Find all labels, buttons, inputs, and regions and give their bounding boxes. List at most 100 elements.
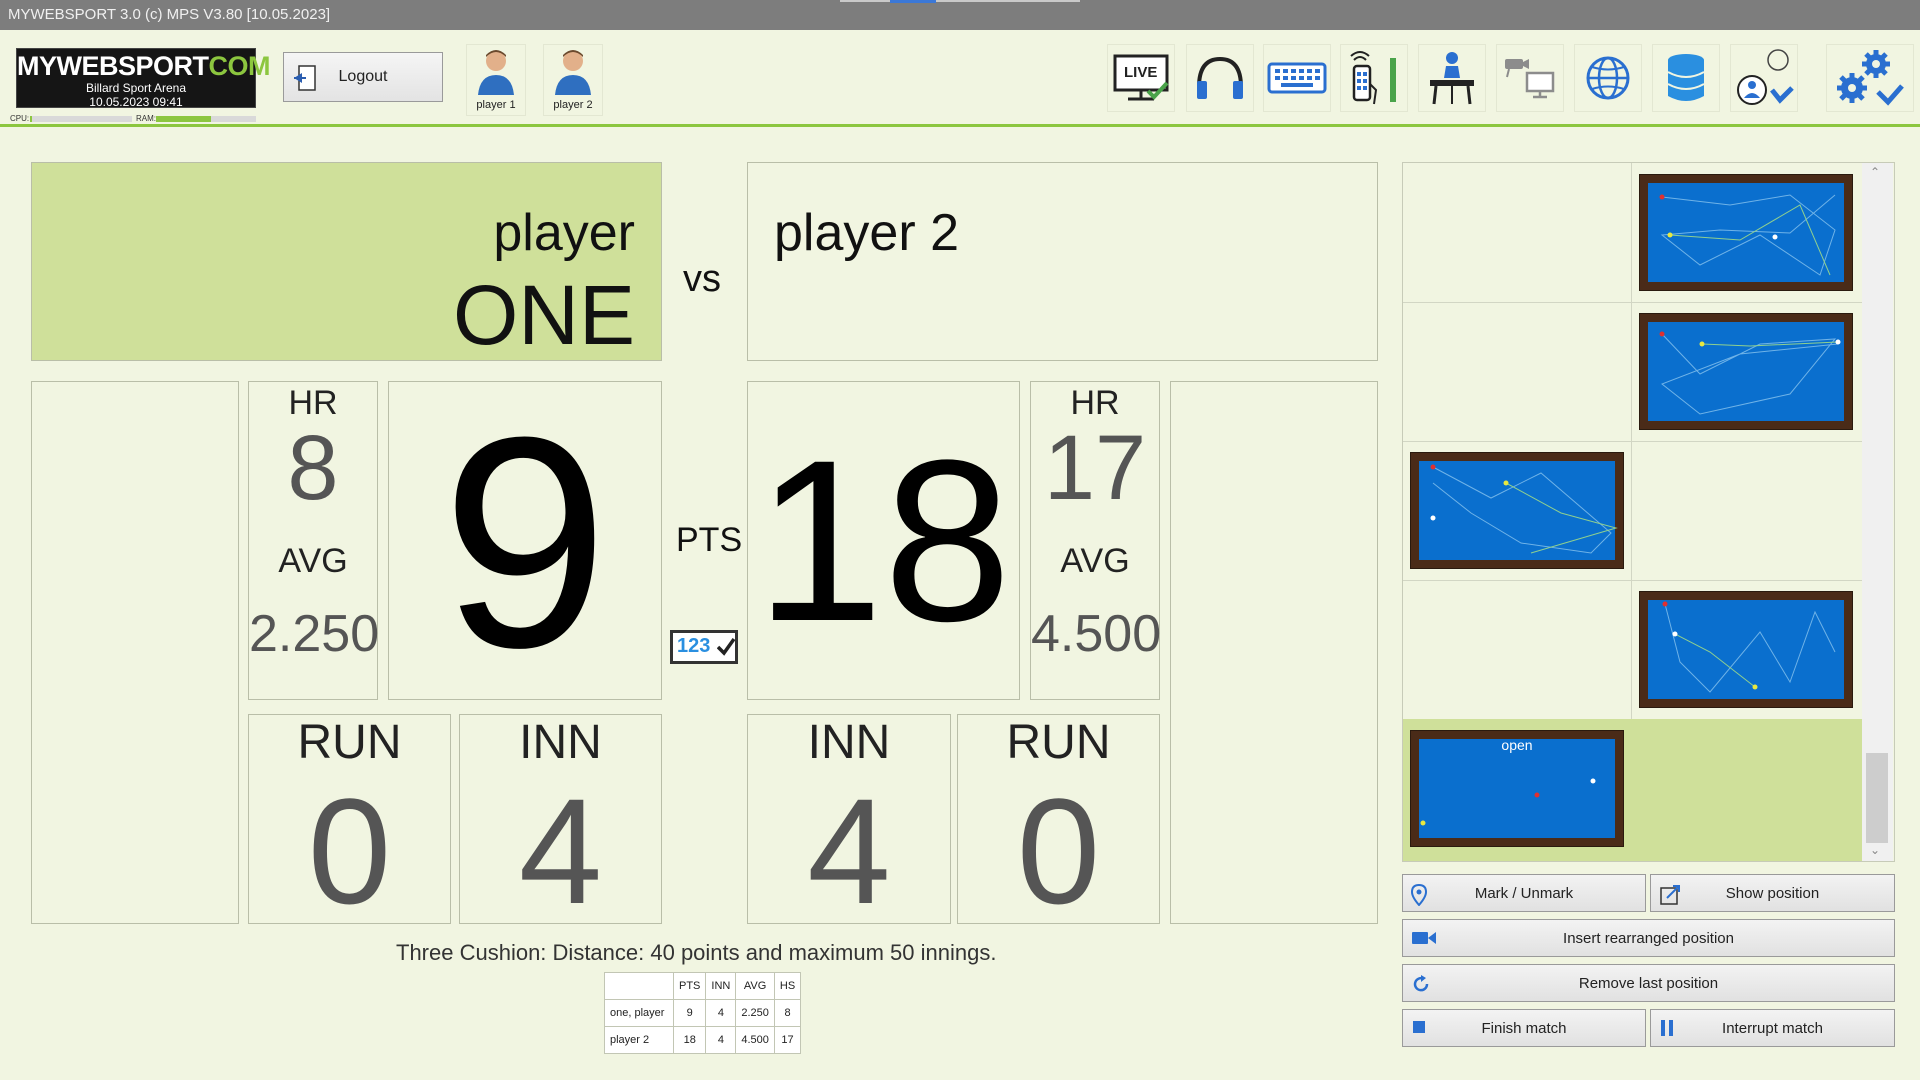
title-bar: MYWEBSPORT 3.0 (c) MPS V3.80 [10.05.2023… [0,0,1920,30]
mark-unmark-button[interactable]: Mark / Unmark [1402,874,1646,912]
remote-control-button[interactable] [1340,44,1408,112]
player-2-points-panel[interactable]: 18 [747,381,1020,700]
player-avatar-icon [555,50,591,95]
match-description: Distance: 40 points and maximum 50 innin… [552,940,997,965]
pts-label: PTS [676,521,743,559]
ball-path-diagram [1430,464,1618,554]
headphones-button[interactable] [1186,44,1254,112]
position-table-thumbnail[interactable] [1639,591,1853,708]
list-item-selected[interactable]: open [1403,719,1863,861]
referee-table-button[interactable] [1418,44,1486,112]
player-1-points: 9 [441,374,609,710]
remove-last-position-label: Remove last position [1578,974,1719,992]
player-2-label: player 2 [553,99,593,111]
interrupt-match-label: Interrupt match [1722,1019,1823,1037]
player-2-inn-label: INN [807,716,891,769]
player-2-avg-label: AVG [1060,542,1130,580]
position-table-thumbnail[interactable] [1639,174,1853,291]
vs-label: vs [683,258,721,300]
logo-brand: MYWEBSPORT [17,51,209,81]
headphones-icon [1197,56,1243,99]
positions-scrollbar[interactable]: ⌃ ⌄ [1862,163,1893,861]
summary-cell: 4.500 [735,1026,775,1054]
remote-control-icon [1350,51,1396,105]
app-logo: MYWEBSPORTCOM Billard Sport Arena 10.05.… [16,48,271,109]
position-table-thumbnail[interactable] [1410,452,1624,569]
cpu-label: CPU: [10,114,30,123]
match-info: Three Cushion: Distance: 40 points and m… [396,940,996,966]
svg-text:LIVE: LIVE [1124,64,1157,81]
keyboard-button[interactable] [1263,44,1331,112]
list-item[interactable] [1403,441,1863,581]
insert-rearranged-position-button[interactable]: Insert rearranged position [1402,919,1895,957]
player-1-run-panel: RUN 0 [248,714,451,935]
scroll-up-icon[interactable]: ⌃ [1870,165,1880,179]
summary-cell: 8 [773,999,802,1027]
table-row: player 2 18 4 4.500 17 [604,1026,802,1054]
player-1-points-panel[interactable]: 9 [388,374,662,710]
summary-cell: one, player [604,999,674,1027]
position-table-thumbnail[interactable]: open [1410,730,1624,847]
player-2-run-label: RUN [1006,716,1111,769]
summary-cell: 18 [672,1026,707,1054]
player-2-name-panel[interactable]: player 2 [747,162,1378,361]
list-item[interactable] [1403,163,1863,303]
counter-toggle-button[interactable]: 123 [670,630,738,664]
list-item[interactable] [1403,580,1863,720]
scroll-down-icon[interactable]: ⌄ [1870,843,1880,857]
video-camera-icon [1412,932,1436,944]
scrollbar-thumb[interactable] [1866,753,1888,843]
row-divider [1631,580,1632,719]
logout-button[interactable]: Logout [283,52,443,102]
player-1-hr-value: 8 [287,417,339,519]
camera-display-icon [1505,59,1555,99]
camera-display-button[interactable] [1496,44,1564,112]
summary-table: PTS INN AVG HS one, player 9 4 2.250 8 p… [604,972,802,1054]
table-row: one, player 9 4 2.250 8 [604,999,802,1027]
pause-icon [1661,1020,1673,1036]
location-pin-icon [1411,884,1427,906]
position-table-thumbnail[interactable] [1639,313,1853,430]
discipline-label: Three Cushion: [396,940,547,965]
show-position-button[interactable]: Show position [1650,874,1895,912]
player-1-inn-value: 4 [518,767,603,935]
positions-list[interactable]: open [1402,162,1895,862]
database-button[interactable] [1652,44,1720,112]
ram-label: RAM: [136,114,156,123]
check-icon [717,637,735,656]
window-title: MYWEBSPORT 3.0 (c) MPS V3.80 [10.05.2023… [8,6,331,23]
player-2-button[interactable]: player 2 [543,44,603,116]
globe-button[interactable] [1574,44,1642,112]
player-1-side-panel [31,381,239,924]
player-2-inn-value: 4 [807,767,891,935]
player-1-button[interactable]: player 1 [466,44,526,116]
summary-cell: 17 [773,1026,802,1054]
settings-select-button[interactable] [1826,44,1914,112]
database-icon [1667,54,1705,101]
logo-datetime: 10.05.2023 09:41 [89,95,183,109]
user-select-icon [1737,49,1794,105]
row-divider [1631,302,1632,441]
finish-match-button[interactable]: Finish match [1402,1009,1646,1047]
player-1-inn-label: INN [519,716,602,769]
stop-icon [1413,1021,1425,1033]
globe-icon [1586,56,1630,100]
logo-venue: Billard Sport Arena [85,81,187,95]
summary-cell: 2.250 [735,999,775,1027]
player-2-points: 18 [755,412,1012,669]
row-divider [1631,163,1632,302]
summary-cell: 4 [705,1026,737,1054]
ball-path-diagram [1659,331,1841,415]
player-2-inn-panel: INN 4 [747,714,951,935]
list-item[interactable] [1403,302,1863,442]
live-monitor-button[interactable]: LIVE [1107,44,1175,112]
remove-last-position-button[interactable]: Remove last position [1402,964,1895,1002]
insert-rearranged-position-label: Insert rearranged position [1563,929,1734,947]
cpu-meter [30,116,132,122]
player-1-name-line2: ONE [452,268,635,362]
interrupt-match-button[interactable]: Interrupt match [1650,1009,1895,1047]
summary-header-cell: AVG [735,972,775,1000]
player-1-name-panel[interactable]: player ONE [31,162,662,362]
show-position-label: Show position [1725,884,1820,902]
user-select-button[interactable] [1730,44,1798,112]
